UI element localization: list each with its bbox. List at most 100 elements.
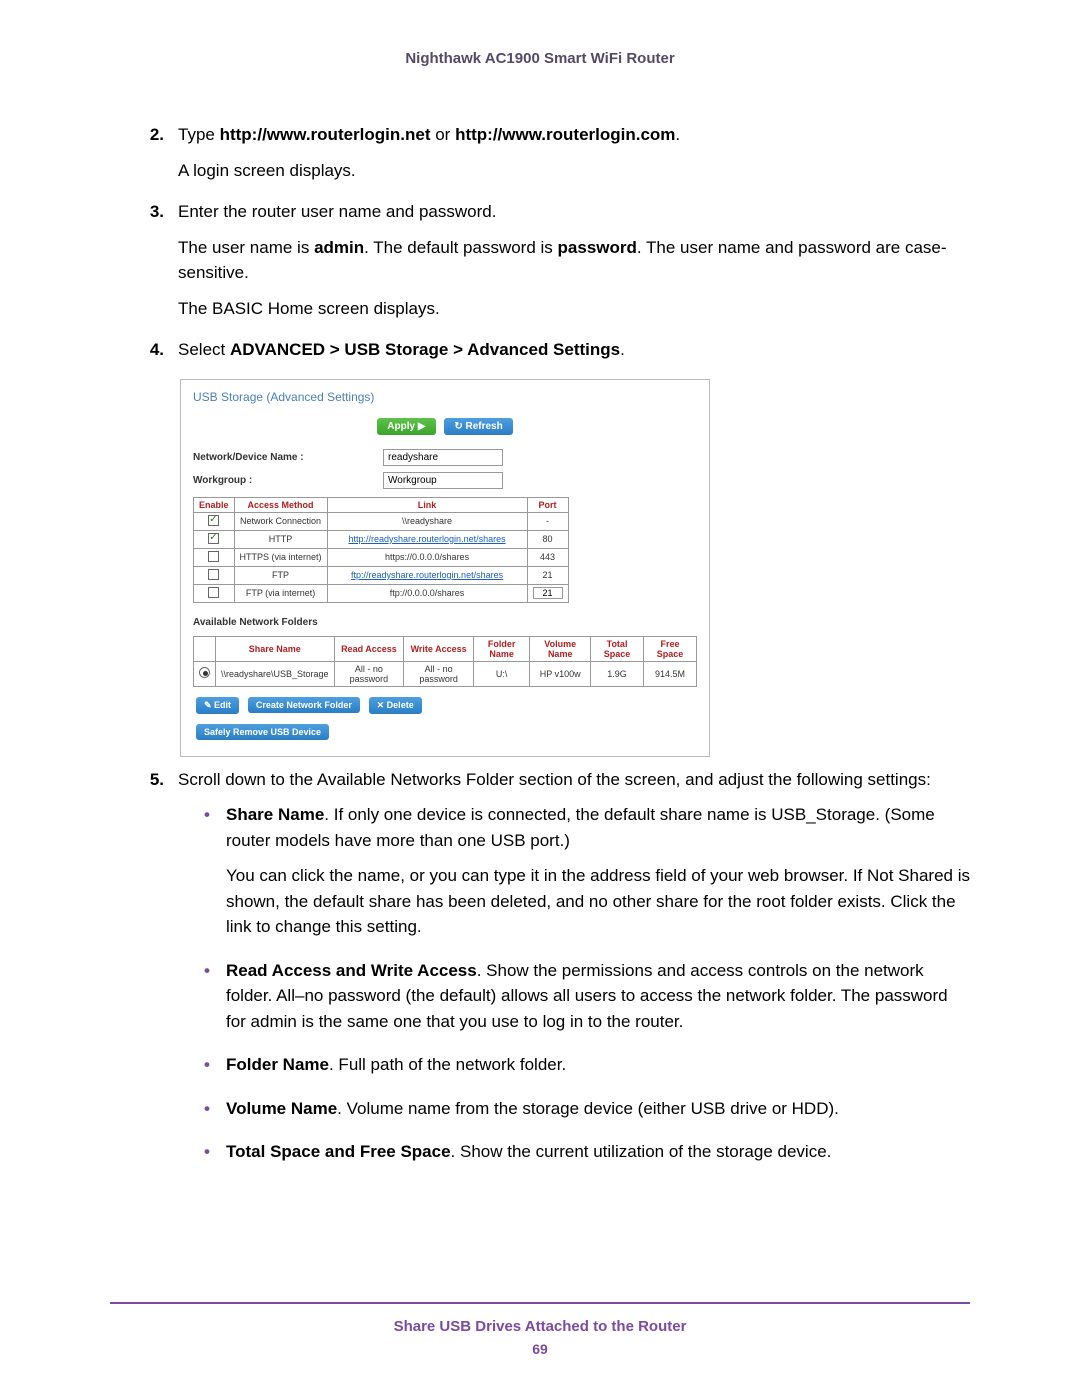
- step-3-line-1: Enter the router user name and password.: [178, 199, 970, 225]
- step-5-line-1: Scroll down to the Available Networks Fo…: [178, 767, 970, 793]
- cell-share: \\readyshare\USB_Storage: [216, 661, 335, 686]
- row-radio[interactable]: [199, 667, 210, 678]
- step-number: 5.: [140, 767, 178, 1183]
- text: admin: [314, 238, 364, 257]
- step-number: 2.: [140, 122, 178, 193]
- apply-button[interactable]: Apply ▶: [377, 418, 435, 435]
- port-input[interactable]: [533, 587, 563, 599]
- usb-storage-panel: USB Storage (Advanced Settings) Apply ▶ …: [180, 379, 710, 757]
- table-row: FTP (via internet)ftp://0.0.0.0/shares: [194, 584, 569, 602]
- bullet-label: Total Space and Free Space: [226, 1142, 451, 1161]
- device-name-input[interactable]: [383, 449, 503, 466]
- share-link[interactable]: ftp://readyshare.routerlogin.net/shares: [351, 570, 503, 580]
- enable-checkbox[interactable]: [208, 569, 219, 580]
- text: or: [431, 125, 456, 144]
- footer-title: Share USB Drives Attached to the Router: [110, 1318, 970, 1335]
- cell-port: 21: [527, 566, 568, 584]
- text: . If only one device is connected, the d…: [226, 805, 935, 850]
- bullet-dot-icon: •: [204, 1139, 226, 1175]
- col-enable: Enable: [194, 497, 235, 512]
- step-4: 4. Select ADVANCED > USB Storage > Advan…: [140, 337, 970, 373]
- create-folder-button[interactable]: Create Network Folder: [248, 697, 360, 713]
- available-folders-label: Available Network Folders: [193, 617, 697, 628]
- col-share: Share Name: [216, 636, 335, 661]
- workgroup-label: Workgroup :: [193, 475, 383, 486]
- bullet-label: Share Name: [226, 805, 324, 824]
- text: .: [675, 125, 680, 144]
- footer-page-number: 69: [110, 1341, 970, 1357]
- bullet-label: Folder Name: [226, 1055, 329, 1074]
- refresh-button[interactable]: ↻ Refresh: [444, 418, 512, 435]
- cell-free: 914.5M: [644, 661, 697, 686]
- cell-access-method: FTP: [234, 566, 327, 584]
- bullet-dot-icon: •: [204, 1052, 226, 1088]
- col-write: Write Access: [404, 636, 474, 661]
- step-2-line-1: Type http://www.routerlogin.net or http:…: [178, 122, 970, 148]
- cell-read: All - no password: [334, 661, 404, 686]
- bullet-dot-icon: •: [204, 958, 226, 1045]
- table-row: \\readyshare\USB_Storage All - no passwo…: [194, 661, 697, 686]
- cell-access-method: FTP (via internet): [234, 584, 327, 602]
- text: Select: [178, 340, 230, 359]
- edit-button[interactable]: ✎ Edit: [196, 697, 239, 714]
- bullet-volume-name: • Volume Name. Volume name from the stor…: [204, 1096, 970, 1132]
- panel-title: USB Storage (Advanced Settings): [193, 390, 697, 404]
- share-link[interactable]: http://readyshare.routerlogin.net/shares: [349, 534, 506, 544]
- step-3-line-3: The BASIC Home screen displays.: [178, 296, 970, 322]
- cell-access-method: HTTP: [234, 530, 327, 548]
- cell-link: https://0.0.0.0/shares: [327, 548, 527, 566]
- text: . Full path of the network folder.: [329, 1055, 566, 1074]
- table-row: Network Connection\\readyshare-: [194, 512, 569, 530]
- cell-link: \\readyshare: [327, 512, 527, 530]
- cell-volume: HP v100w: [530, 661, 591, 686]
- step-number: 3.: [140, 199, 178, 331]
- step-number: 4.: [140, 337, 178, 373]
- cell-link: ftp://0.0.0.0/shares: [327, 584, 527, 602]
- bullet-folder-name: • Folder Name. Full path of the network …: [204, 1052, 970, 1088]
- workgroup-input[interactable]: [383, 472, 503, 489]
- text: Type: [178, 125, 220, 144]
- step-2-line-2: A login screen displays.: [178, 158, 970, 184]
- cell-port: -: [527, 512, 568, 530]
- enable-checkbox[interactable]: [208, 587, 219, 598]
- cell-folder: U:\: [473, 661, 529, 686]
- col-link: Link: [327, 497, 527, 512]
- enable-checkbox[interactable]: [208, 551, 219, 562]
- bullet-dot-icon: •: [204, 802, 226, 950]
- text: .: [620, 340, 625, 359]
- cell-total: 1.9G: [591, 661, 644, 686]
- cell-access-method: HTTPS (via internet): [234, 548, 327, 566]
- step-4-line-1: Select ADVANCED > USB Storage > Advanced…: [178, 337, 970, 363]
- step-3-line-2: The user name is admin. The default pass…: [178, 235, 970, 286]
- document-header: Nighthawk AC1900 Smart WiFi Router: [110, 50, 970, 67]
- device-name-label: Network/Device Name :: [193, 452, 383, 463]
- bullet-total-free: • Total Space and Free Space. Show the c…: [204, 1139, 970, 1175]
- text: ADVANCED > USB Storage > Advanced Settin…: [230, 340, 620, 359]
- url-2: http://www.routerlogin.com: [455, 125, 675, 144]
- table-row: HTTPS (via internet)https://0.0.0.0/shar…: [194, 548, 569, 566]
- text: . Volume name from the storage device (e…: [337, 1099, 839, 1118]
- bullet-label: Read Access and Write Access: [226, 961, 477, 980]
- enable-checkbox[interactable]: [208, 533, 219, 544]
- enable-checkbox[interactable]: [208, 515, 219, 526]
- text: . The default password is: [364, 238, 557, 257]
- bullet-dot-icon: •: [204, 1096, 226, 1132]
- bullet-share-name: • Share Name. If only one device is conn…: [204, 802, 970, 950]
- step-5: 5. Scroll down to the Available Networks…: [140, 767, 970, 1183]
- delete-button[interactable]: ✕ Delete: [369, 697, 422, 714]
- cell-write: All - no password: [404, 661, 474, 686]
- col-free: Free Space: [644, 636, 697, 661]
- cell-access-method: Network Connection: [234, 512, 327, 530]
- col-folder: Folder Name: [473, 636, 529, 661]
- table-row: HTTP http://readyshare.routerlogin.net/sh…: [194, 530, 569, 548]
- cell-link: http://readyshare.routerlogin.net/shares: [327, 530, 527, 548]
- page-footer: Share USB Drives Attached to the Router …: [110, 1302, 970, 1357]
- safely-remove-button[interactable]: Safely Remove USB Device: [196, 724, 329, 740]
- access-methods-table: Enable Access Method Link Port Network C…: [193, 497, 569, 603]
- text: password: [558, 238, 637, 257]
- col-total: Total Space: [591, 636, 644, 661]
- col-read: Read Access: [334, 636, 404, 661]
- text: The user name is: [178, 238, 314, 257]
- table-row: FTP ftp://readyshare.routerlogin.net/shar…: [194, 566, 569, 584]
- step-3: 3. Enter the router user name and passwo…: [140, 199, 970, 331]
